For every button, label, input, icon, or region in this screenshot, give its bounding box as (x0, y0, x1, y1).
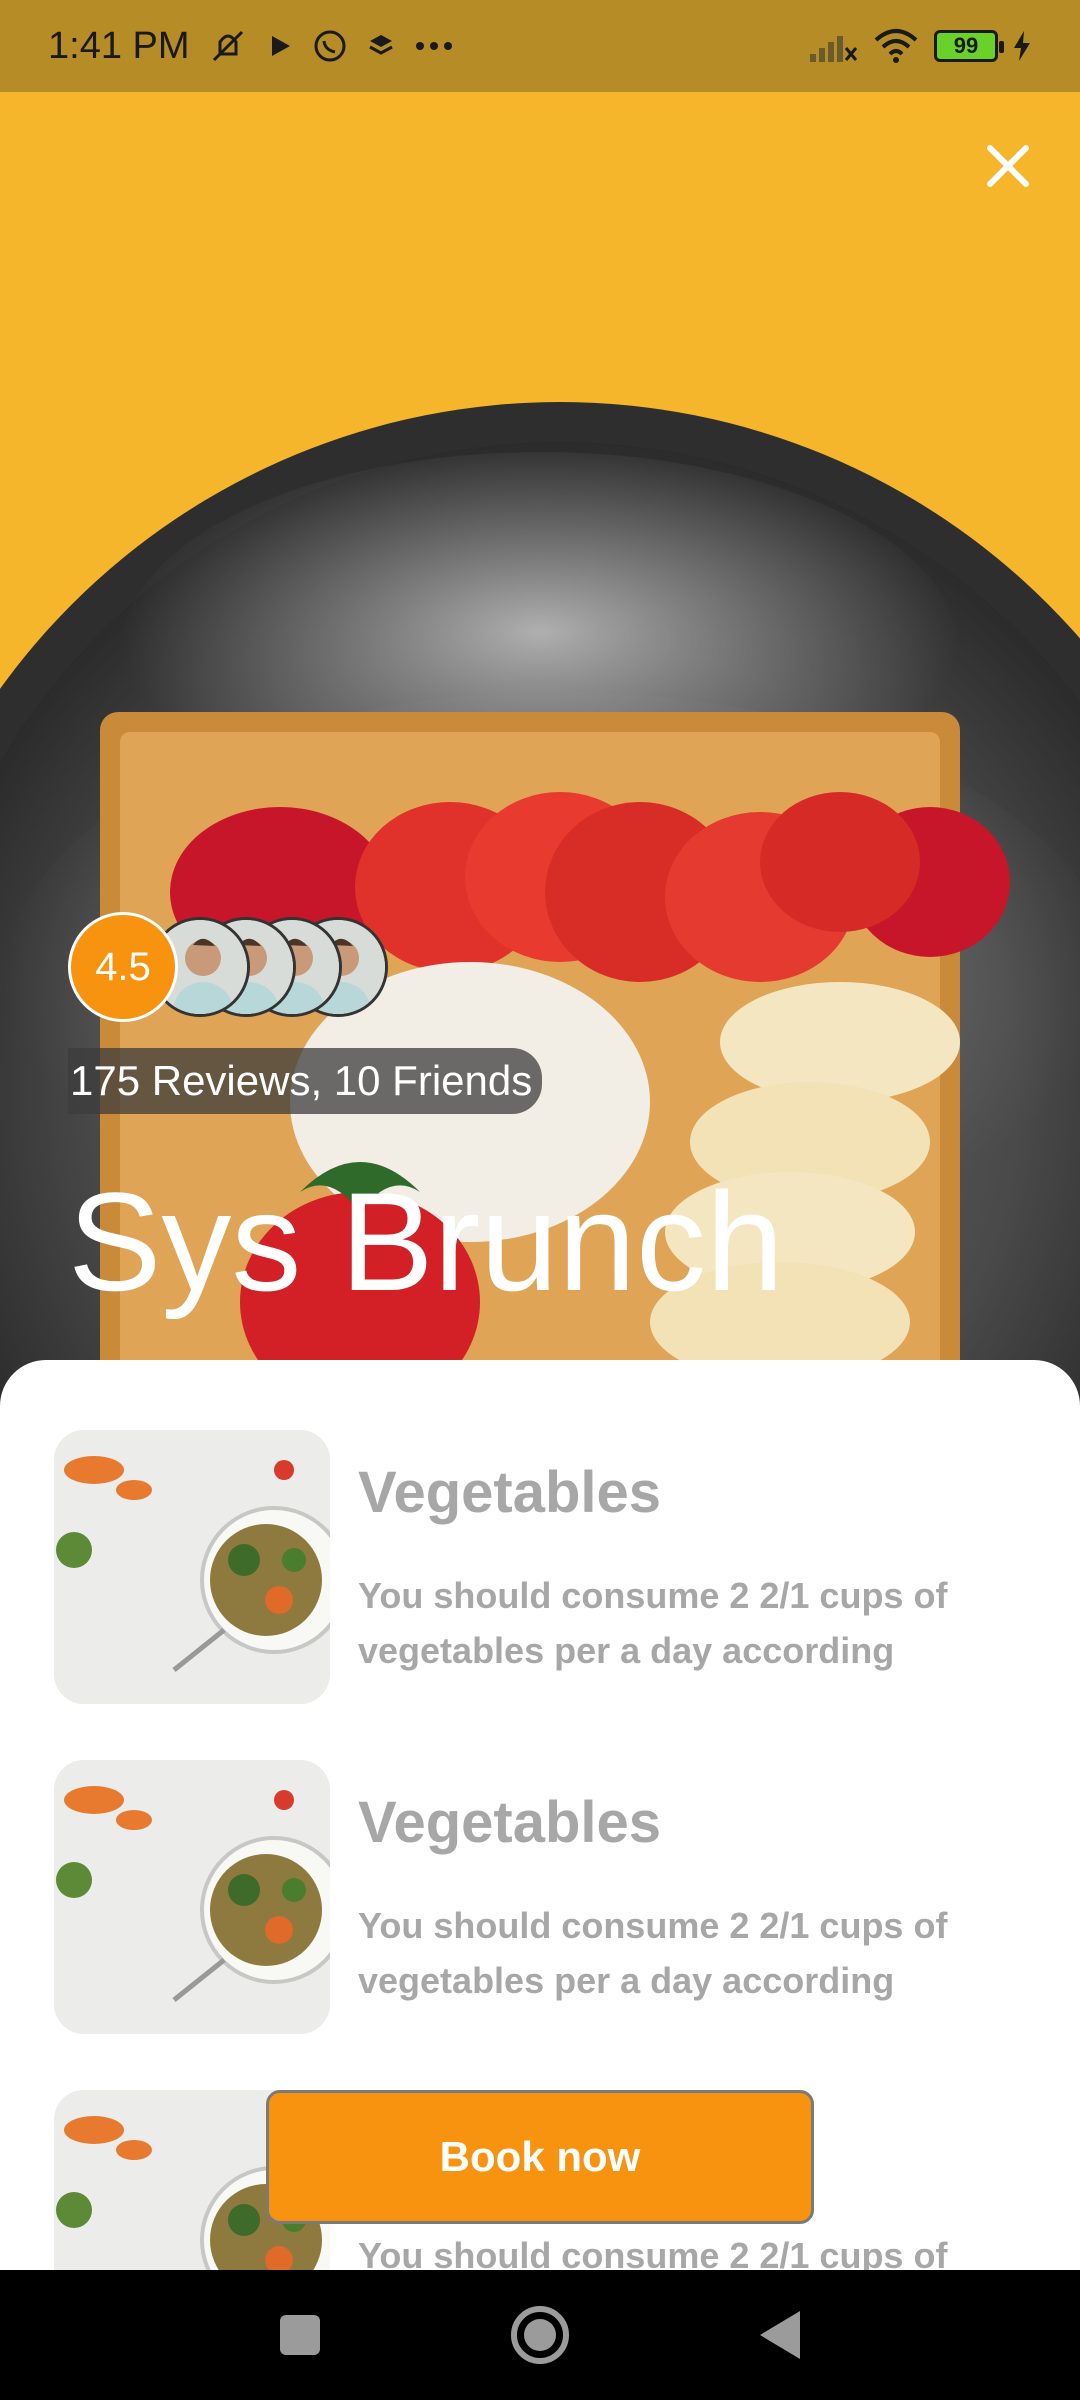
rating-value: 4.5 (95, 944, 151, 989)
item-title: Vegetables (358, 1790, 662, 1855)
book-now-button[interactable]: Book now (266, 2090, 814, 2224)
item-description: You should consume 2 2/1 cups of vegetab… (358, 2235, 948, 2270)
back-button[interactable] (740, 2295, 820, 2375)
reviews-count[interactable]: 175 Reviews, 10 Friends (68, 1048, 543, 1114)
item-description: You should consume 2 2/1 cups of vegetab… (358, 1905, 948, 2001)
rating-badge: 4.5 (68, 912, 178, 1022)
close-button[interactable] (976, 134, 1040, 198)
play-icon (266, 32, 294, 60)
item-title: Vegetables (358, 1460, 662, 1525)
signal-icon (808, 30, 858, 62)
mute-icon (208, 26, 248, 66)
status-bar: 1:41 PM 99 (0, 0, 1080, 92)
vegetables-thumbnail (54, 1760, 330, 2034)
close-icon (987, 145, 1029, 187)
battery-icon: 99 (934, 30, 1004, 62)
status-time: 1:41 PM (48, 24, 190, 67)
whatsapp-icon (312, 28, 348, 64)
hero-image: 4.5 175 Reviews, 10 Friends Sys Brunch (0, 92, 1080, 1412)
back-icon (760, 2311, 800, 2359)
home-icon (511, 2306, 569, 2364)
wifi-icon (872, 28, 920, 64)
home-button[interactable] (500, 2295, 580, 2375)
layers-icon (366, 31, 396, 61)
recent-apps-button[interactable] (260, 2295, 340, 2375)
vegetables-thumbnail (54, 1430, 330, 1704)
charging-icon (1012, 29, 1032, 63)
list-item[interactable]: Vegetables You should consume 2 2/1 cups… (54, 1430, 1034, 1704)
more-dots-icon (414, 40, 454, 52)
battery-level: 99 (953, 33, 979, 58)
item-description: You should consume 2 2/1 cups of vegetab… (358, 1575, 948, 1671)
recent-apps-icon (280, 2315, 320, 2355)
rating-row: 4.5 (68, 912, 388, 1022)
restaurant-title: Sys Brunch (68, 1163, 784, 1320)
system-nav-bar (0, 2270, 1080, 2400)
list-item[interactable]: Vegetables You should consume 2 2/1 cups… (54, 1760, 1034, 2034)
